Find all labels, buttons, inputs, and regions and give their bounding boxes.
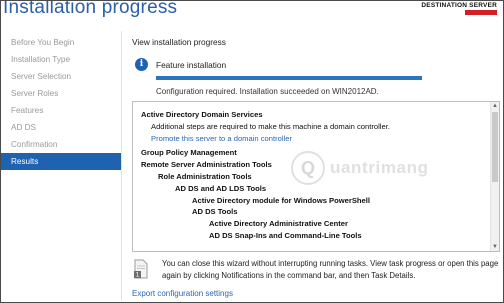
- destination-server-label: DESTINATION SERVER: [421, 2, 497, 9]
- scroll-up-arrow-icon[interactable]: ▲: [491, 102, 499, 110]
- nav-item-features[interactable]: Features: [1, 102, 121, 119]
- nav-item-confirmation[interactable]: Confirmation: [1, 136, 121, 153]
- notifications-flag-icon: 1: [134, 259, 148, 279]
- nav-item-server-selection[interactable]: Server Selection: [1, 68, 121, 85]
- result-ad-ds-snapins: AD DS Snap-Ins and Command-Line Tools: [209, 230, 362, 240]
- feature-installation-label: Feature installation: [156, 59, 227, 70]
- destination-server: DESTINATION SERVER: [421, 2, 497, 15]
- result-ad-ds-description: Additional steps are required to make th…: [151, 121, 390, 131]
- watermark-text: uantrimang: [330, 158, 429, 177]
- result-ad-powershell-module: Active Directory module for Windows Powe…: [192, 195, 370, 205]
- result-ad-ds-title: Active Directory Domain Services: [141, 110, 263, 119]
- info-icon: i: [135, 58, 148, 71]
- export-configuration-link[interactable]: Export configuration settings: [132, 289, 233, 298]
- page-title: Installation progress: [3, 0, 178, 18]
- feature-installation-row: i Feature installation: [135, 58, 226, 71]
- nav-item-before-you-begin[interactable]: Before You Begin: [1, 34, 121, 51]
- notification-note-text: You can close this wizard without interr…: [162, 259, 499, 280]
- scroll-down-arrow-icon[interactable]: ▼: [491, 243, 499, 251]
- scroll-thumb[interactable]: [492, 112, 498, 182]
- promote-dc-link[interactable]: Promote this server to a domain controll…: [141, 133, 390, 145]
- wizard-nav: Before You Begin Installation Type Serve…: [1, 34, 121, 170]
- section-heading: View installation progress: [132, 37, 226, 47]
- nav-item-server-roles[interactable]: Server Roles: [1, 85, 121, 102]
- result-ad-admin-center: Active Directory Administrative Center: [209, 219, 348, 229]
- nav-divider: [121, 31, 122, 301]
- wizard-window: Installation progress DESTINATION SERVER…: [0, 0, 504, 303]
- result-ad-ds-tools: AD DS Tools: [192, 207, 238, 217]
- nav-item-results[interactable]: Results: [1, 153, 121, 170]
- progress-bar: [156, 76, 422, 80]
- watermark: Q uantrimang: [291, 151, 429, 185]
- results-scrollbar[interactable]: ▲ ▼: [490, 102, 499, 251]
- nav-item-installation-type[interactable]: Installation Type: [1, 51, 121, 68]
- watermark-logo-icon: Q: [291, 151, 325, 185]
- note-badge-number: 1: [136, 272, 140, 279]
- installation-status-text: Configuration required. Installation suc…: [156, 87, 379, 96]
- destination-server-name-redacted: [465, 10, 497, 15]
- nav-item-ad-ds[interactable]: AD DS: [1, 119, 121, 136]
